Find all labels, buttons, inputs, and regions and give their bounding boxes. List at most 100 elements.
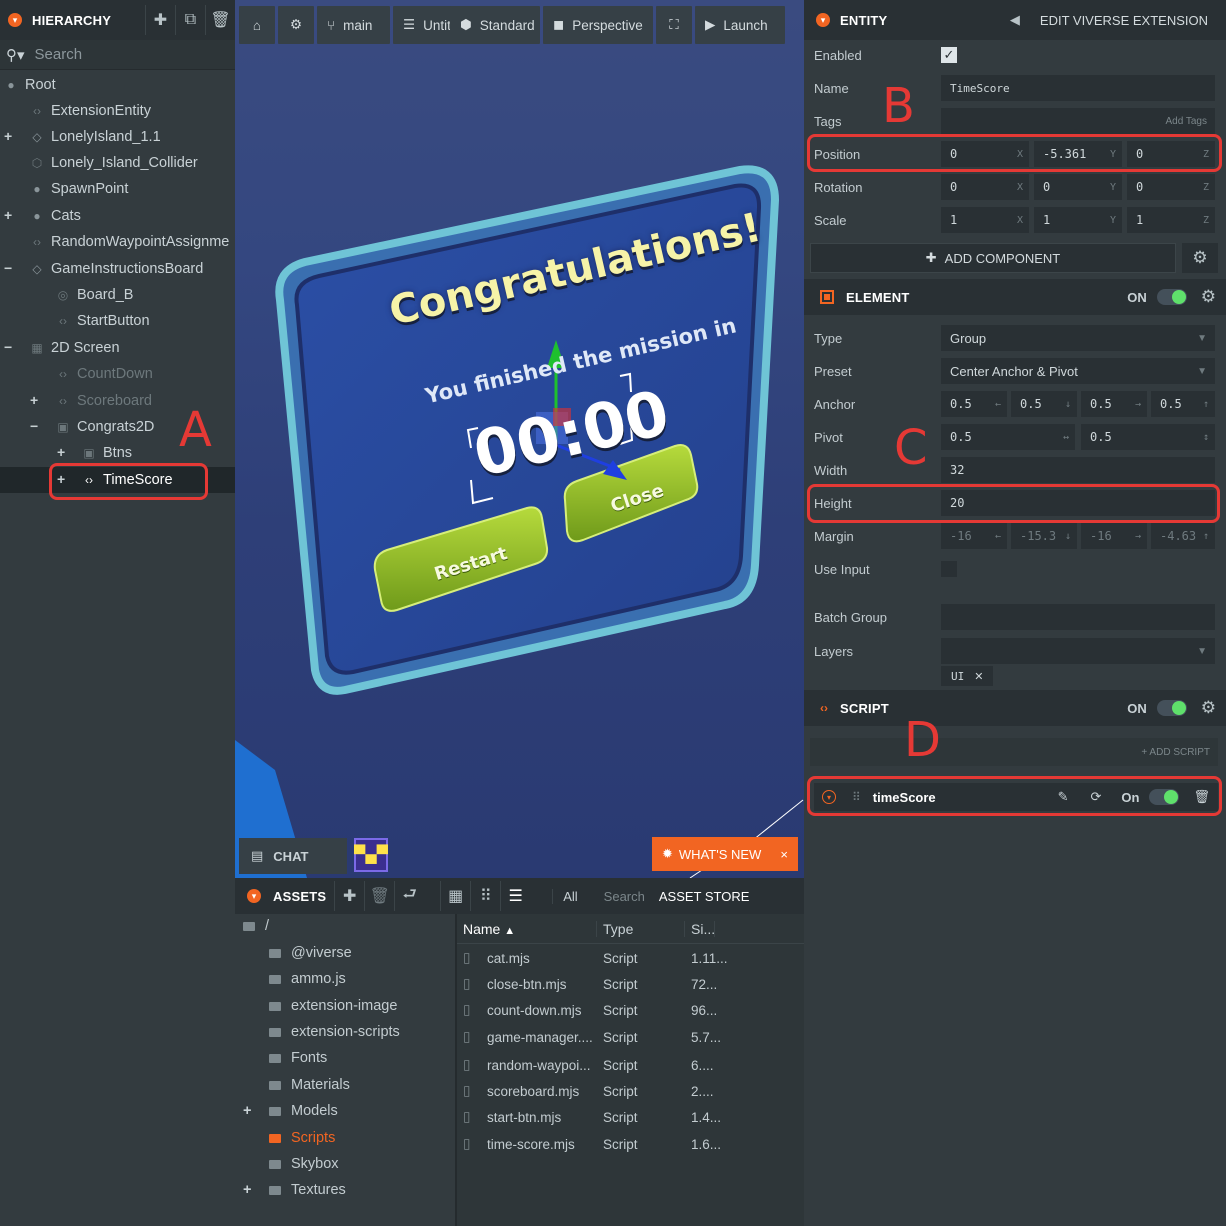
expand-icon[interactable]: + xyxy=(4,128,12,144)
batch-group-dropdown[interactable] xyxy=(941,604,1215,630)
margin-bottom-field[interactable]: -15.3 ↓ xyxy=(1011,523,1077,549)
assets-search-input[interactable]: Search xyxy=(604,889,645,904)
file-row[interactable]: ▯ time-score.mjs Script 1.6... xyxy=(457,1131,804,1157)
tree-item-spawnpoint[interactable]: ● SpawnPoint xyxy=(0,176,235,202)
preset-dropdown[interactable]: Center Anchor & Pivot ▼ xyxy=(941,358,1215,384)
folder-item[interactable]: extension-image xyxy=(269,998,397,1014)
tags-field[interactable]: Add Tags xyxy=(941,108,1215,134)
small-grid-view-button[interactable]: ⠿ xyxy=(470,881,500,911)
file-row[interactable]: ▯ cat.mjs Script 1.11... xyxy=(457,945,804,971)
scale-z-field[interactable]: 1Z xyxy=(1127,207,1215,233)
expand-icon[interactable]: + xyxy=(243,1103,251,1119)
file-row[interactable]: ▯ close-btn.mjs Script 72... xyxy=(457,971,804,997)
tree-item-root[interactable]: ● Root xyxy=(0,72,235,98)
remove-tag-icon[interactable]: ✕ xyxy=(974,670,983,683)
margin-top-field[interactable]: -4.63 ↑ xyxy=(1151,523,1215,549)
branch-button[interactable]: ⑂ main xyxy=(317,6,390,44)
chat-button[interactable]: ▤ CHAT xyxy=(239,838,347,874)
scene-viewport[interactable]: Congratulations! You finished the missio… xyxy=(235,0,804,878)
add-entity-button[interactable]: ✚ xyxy=(145,5,175,35)
folder-item[interactable]: Skybox xyxy=(269,1156,339,1172)
duplicate-entity-button[interactable]: ⧉ xyxy=(175,5,205,35)
add-script-field[interactable]: + ADD SCRIPT xyxy=(810,738,1218,766)
close-icon[interactable]: × xyxy=(780,847,788,862)
collapse-icon[interactable]: − xyxy=(4,339,12,355)
column-type[interactable]: Type xyxy=(597,920,685,937)
file-row[interactable]: ▯ count-down.mjs Script 96... xyxy=(457,997,804,1023)
entity-settings-button[interactable]: ⚙ xyxy=(1182,243,1218,273)
hierarchy-search-input[interactable]: Search xyxy=(35,46,83,63)
tree-item-lonely-island-collider[interactable]: ⬡ Lonely_Island_Collider xyxy=(0,150,235,176)
hierarchy-collapse-icon[interactable]: ▾ xyxy=(8,13,22,27)
anchor-left-field[interactable]: 0.5 ← xyxy=(941,391,1007,417)
user-avatar[interactable]: ▀▄▀ xyxy=(354,838,388,872)
column-name[interactable]: Name ▲ xyxy=(457,920,597,937)
folder-item[interactable]: + Textures xyxy=(243,1182,346,1198)
anchor-bottom-field[interactable]: 0.5 ↓ xyxy=(1011,391,1077,417)
tree-item-startbutton[interactable]: ‹› StartButton xyxy=(0,308,235,334)
folder-item[interactable]: Materials xyxy=(269,1077,350,1093)
tree-item-extensionentity[interactable]: ‹› ExtensionEntity xyxy=(0,98,235,124)
camera-dropdown[interactable]: ◼ Perspective xyxy=(543,6,653,44)
edit-viverse-extension-link[interactable]: EDIT VIVERSE EXTENSION xyxy=(1040,13,1208,28)
collapse-icon[interactable]: − xyxy=(4,260,12,276)
margin-right-field[interactable]: -16 → xyxy=(1081,523,1147,549)
filter-all-dropdown[interactable]: All xyxy=(552,888,578,904)
hierarchy-search[interactable]: ⚲▾ Search xyxy=(0,40,235,70)
layout-dropdown[interactable]: ⬢ Standard xyxy=(450,6,540,44)
file-row[interactable]: ▯ random-waypoi... Script 6.... xyxy=(457,1052,804,1078)
folder-item[interactable]: extension-scripts xyxy=(269,1024,400,1040)
home-button[interactable]: ⌂ xyxy=(239,6,275,44)
folder-item-selected[interactable]: Scripts xyxy=(269,1130,335,1146)
file-row[interactable]: ▯ start-btn.mjs Script 1.4... xyxy=(457,1104,804,1130)
folder-item[interactable]: ammo.js xyxy=(269,971,346,987)
expand-icon[interactable]: + xyxy=(57,444,65,460)
expand-icon[interactable]: + xyxy=(30,392,38,408)
file-row[interactable]: ▯ game-manager.... Script 5.7... xyxy=(457,1024,804,1050)
assets-collapse-icon[interactable]: ▾ xyxy=(247,889,261,903)
delete-asset-button[interactable]: 🗑 xyxy=(364,881,394,911)
tree-item-lonelyisland[interactable]: + ◇ LonelyIsland_1.1 xyxy=(0,124,235,150)
add-asset-button[interactable]: ✚ xyxy=(334,881,364,911)
file-row[interactable]: ▯ scoreboard.mjs Script 2.... xyxy=(457,1078,804,1104)
back-arrow-icon[interactable]: ◀ xyxy=(1010,12,1020,28)
delete-entity-button[interactable]: 🗑 xyxy=(205,5,235,35)
layer-tag-ui[interactable]: UI ✕ xyxy=(941,666,993,686)
anchor-top-field[interactable]: 0.5 ↑ xyxy=(1151,391,1215,417)
layers-dropdown[interactable]: ▼ xyxy=(941,638,1215,664)
use-input-checkbox[interactable] xyxy=(941,561,957,577)
anchor-right-field[interactable]: 0.5 → xyxy=(1081,391,1147,417)
scene-button[interactable]: ☰ Untitled xyxy=(393,6,457,44)
asset-store-button[interactable]: ASSET STORE xyxy=(659,889,750,904)
entity-collapse-icon[interactable]: ▾ xyxy=(816,13,830,27)
tree-item-board-b[interactable]: ◎ Board_B xyxy=(0,282,235,308)
tree-item-2d-screen[interactable]: − ▦ 2D Screen xyxy=(0,335,235,361)
refresh-assets-button[interactable]: ⮐ xyxy=(394,881,424,911)
name-field[interactable]: TimeScore xyxy=(941,75,1215,101)
type-dropdown[interactable]: Group ▼ xyxy=(941,325,1215,351)
settings-button[interactable]: ⚙ xyxy=(278,6,314,44)
folder-root[interactable]: / xyxy=(243,918,269,934)
rotation-z-field[interactable]: 0Z xyxy=(1127,174,1215,200)
rotation-x-field[interactable]: 0X xyxy=(941,174,1029,200)
tree-item-countdown[interactable]: ‹› CountDown xyxy=(0,361,235,387)
margin-left-field[interactable]: -16 ← xyxy=(941,523,1007,549)
scale-y-field[interactable]: 1Y xyxy=(1034,207,1122,233)
collapse-icon[interactable]: − xyxy=(30,418,38,434)
expand-icon[interactable]: + xyxy=(4,207,12,223)
gear-icon[interactable]: ⚙ xyxy=(1201,698,1216,718)
expand-icon[interactable]: + xyxy=(243,1182,251,1198)
fullscreen-button[interactable]: ⛶ xyxy=(656,6,692,44)
script-enabled-toggle[interactable] xyxy=(1156,700,1187,716)
list-view-button[interactable]: ☰ xyxy=(500,881,530,911)
script-section-header[interactable]: ‹› SCRIPT ON ⚙ xyxy=(804,690,1226,726)
whats-new-banner[interactable]: ✹ WHAT'S NEW × xyxy=(652,837,798,871)
element-section-header[interactable]: ELEMENT ON ⚙ xyxy=(804,279,1226,315)
grid-view-button[interactable]: ▦ xyxy=(440,881,470,911)
folder-item[interactable]: @viverse xyxy=(269,945,352,961)
enabled-checkbox[interactable]: ✓ xyxy=(941,47,957,63)
folder-item[interactable]: + Models xyxy=(243,1103,338,1119)
rotation-y-field[interactable]: 0Y xyxy=(1034,174,1122,200)
gear-icon[interactable]: ⚙ xyxy=(1201,287,1216,307)
column-size[interactable]: Si... xyxy=(685,920,715,937)
